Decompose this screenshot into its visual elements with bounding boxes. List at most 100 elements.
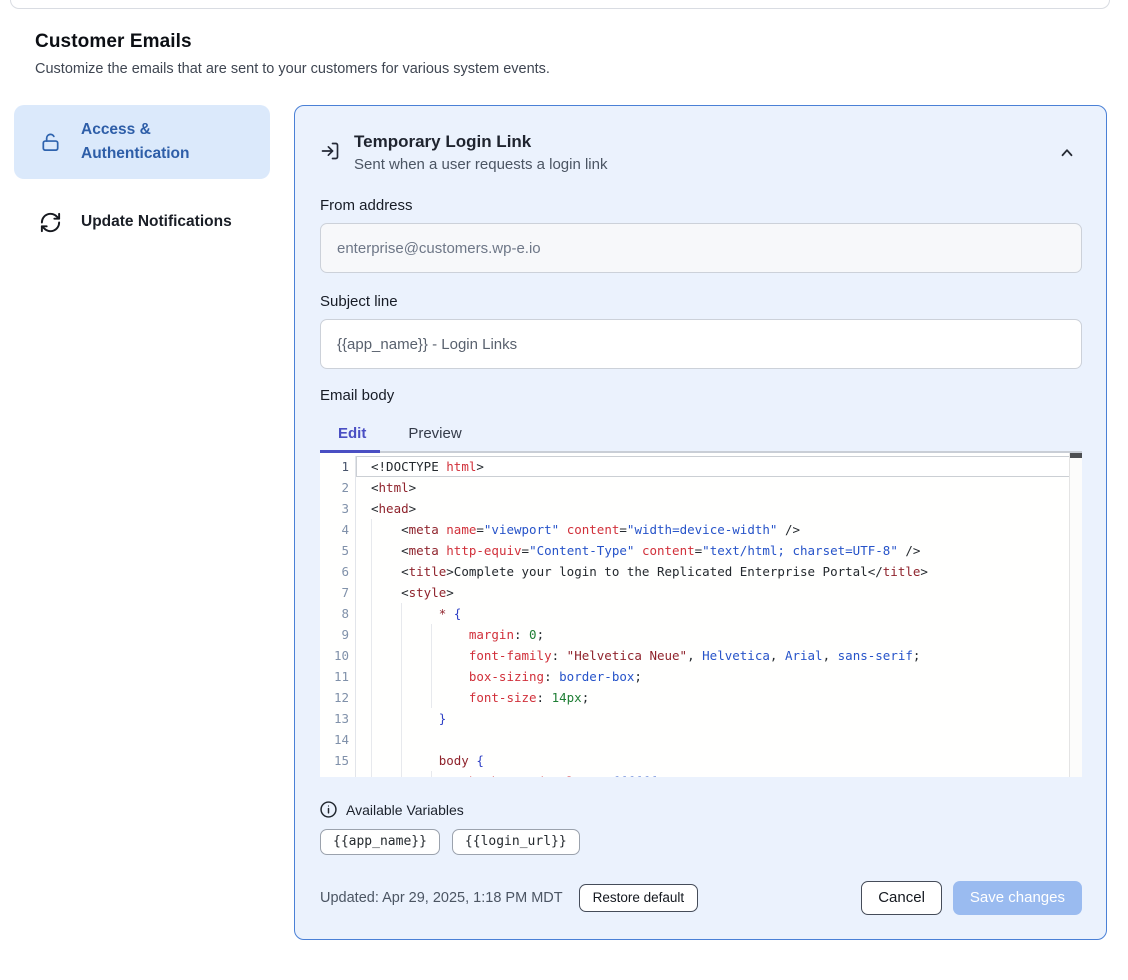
chevron-up-icon[interactable] (1058, 144, 1076, 162)
login-icon (320, 141, 340, 166)
page-header: Customer Emails Customize the emails tha… (35, 31, 1093, 77)
code-text: } (355, 708, 1082, 729)
code-line: 5<meta http-equiv="Content-Type" content… (320, 540, 1082, 561)
code-text: <title>Complete your login to the Replic… (355, 561, 1082, 582)
email-settings-panel: Temporary Login Link Sent when a user re… (294, 105, 1107, 940)
code-line: 16 background-color: #ffffff; (320, 771, 1082, 777)
code-line: 4 <meta name="viewport" content="width=de… (320, 519, 1082, 540)
editor-scrollbar[interactable] (1069, 453, 1082, 777)
indent-guide (431, 666, 461, 687)
indent-guide (371, 603, 401, 624)
line-number: 4 (320, 519, 349, 540)
sidebar: Access & Authentication Update Notificat… (14, 105, 270, 247)
code-line: 11 box-sizing: border-box; (320, 666, 1082, 687)
panel-title: Temporary Login Link (354, 132, 607, 152)
updated-timestamp: Updated: Apr 29, 2025, 1:18 PM MDT (320, 890, 563, 906)
indent-guide (431, 771, 461, 777)
code-text: <meta http-equiv="Content-Type" content=… (355, 540, 1082, 561)
refresh-icon (38, 210, 62, 234)
indent-guide (401, 750, 431, 771)
code-text: <html> (355, 477, 1082, 498)
code-line: 1 <!DOCTYPE html> (320, 456, 1082, 477)
sidebar-item-access-authentication[interactable]: Access & Authentication (14, 105, 270, 179)
indent-guide (371, 582, 401, 603)
indent-guide (371, 561, 401, 582)
indent-guide (401, 666, 431, 687)
line-number: 1 (320, 456, 349, 477)
code-line: 7 <style> (320, 582, 1082, 603)
save-changes-button[interactable]: Save changes (953, 881, 1082, 915)
sidebar-item-update-notifications[interactable]: Update Notifications (14, 197, 270, 247)
editor-scrollbar-thumb[interactable] (1070, 453, 1082, 458)
indent-guide (401, 771, 431, 777)
panel-header-text: Temporary Login Link Sent when a user re… (354, 132, 607, 173)
code-line: 14 (320, 729, 1082, 750)
line-number: 16 (320, 771, 349, 777)
subject-line-input[interactable] (320, 319, 1082, 369)
indent-guide (371, 708, 401, 729)
tab-preview[interactable]: Preview (384, 416, 485, 451)
code-line: 3 <head> (320, 498, 1082, 519)
page-subtitle: Customize the emails that are sent to yo… (35, 61, 1093, 77)
code-text: margin: 0; (355, 624, 1082, 645)
line-number: 11 (320, 666, 349, 687)
content: Access & Authentication Update Notificat… (14, 105, 1107, 940)
code-line: 15 body { (320, 750, 1082, 771)
indent-guide (401, 729, 431, 750)
code-text (355, 729, 1082, 750)
line-number: 12 (320, 687, 349, 708)
indent-guide (371, 771, 401, 777)
line-number: 9 (320, 624, 349, 645)
line-number: 7 (320, 582, 349, 603)
line-number: 6 (320, 561, 349, 582)
code-editor[interactable]: 1 <!DOCTYPE html> 2 <html> 3 <head> 4 <meta nam… (320, 451, 1082, 777)
from-address-input[interactable] (320, 223, 1082, 273)
code-text: <meta name="viewport" content="width=dev… (355, 519, 1082, 540)
code-line: 12 font-size: 14px; (320, 687, 1082, 708)
code-text: <style> (355, 582, 1082, 603)
editor-lines: 1 <!DOCTYPE html> 2 <html> 3 <head> 4 <meta nam… (320, 453, 1082, 777)
line-number: 2 (320, 477, 349, 498)
code-text: font-size: 14px; (355, 687, 1082, 708)
indent-guide (371, 666, 401, 687)
available-variables-row: Available Variables (320, 801, 1082, 818)
code-text: box-sizing: border-box; (355, 666, 1082, 687)
code-text: <!DOCTYPE html> (355, 456, 1082, 477)
variable-chips: {{app_name}} {{login_url}} (320, 829, 1082, 855)
indent-guide (371, 729, 401, 750)
code-text: <head> (355, 498, 1082, 519)
line-number: 3 (320, 498, 349, 519)
code-text: body { (355, 750, 1082, 771)
active-tab-underline (320, 450, 380, 453)
indent-guide (401, 603, 431, 624)
sidebar-item-label: Update Notifications (81, 210, 232, 234)
indent-guide (401, 708, 431, 729)
available-variables-label: Available Variables (346, 802, 464, 818)
variable-chip[interactable]: {{login_url}} (452, 829, 580, 855)
subject-line-label: Subject line (320, 293, 1082, 310)
email-body-label: Email body (320, 387, 1082, 404)
code-line: 13 } (320, 708, 1082, 729)
indent-guide (371, 687, 401, 708)
editor-tabs: Edit Preview (320, 416, 1082, 451)
indent-guide (371, 645, 401, 666)
tab-edit[interactable]: Edit (320, 416, 384, 451)
variable-chip[interactable]: {{app_name}} (320, 829, 440, 855)
from-address-label: From address (320, 197, 1082, 214)
indent-guide (401, 624, 431, 645)
indent-guide (431, 624, 461, 645)
code-text: background-color: #ffffff; (355, 771, 1082, 777)
line-number: 10 (320, 645, 349, 666)
cancel-button[interactable]: Cancel (861, 881, 942, 915)
line-number: 14 (320, 729, 349, 750)
indent-guide (371, 624, 401, 645)
code-text: font-family: "Helvetica Neue", Helvetica… (355, 645, 1082, 666)
indent-guide (401, 645, 431, 666)
panel-header: Temporary Login Link Sent when a user re… (320, 132, 1082, 173)
line-number: 8 (320, 603, 349, 624)
indent-guide (431, 645, 461, 666)
restore-default-button[interactable]: Restore default (579, 884, 699, 912)
code-line: 10 font-family: "Helvetica Neue", Helvet… (320, 645, 1082, 666)
code-line: 6 <title>Complete your login to the Repli… (320, 561, 1082, 582)
previous-card-bottom-edge (10, 0, 1110, 9)
